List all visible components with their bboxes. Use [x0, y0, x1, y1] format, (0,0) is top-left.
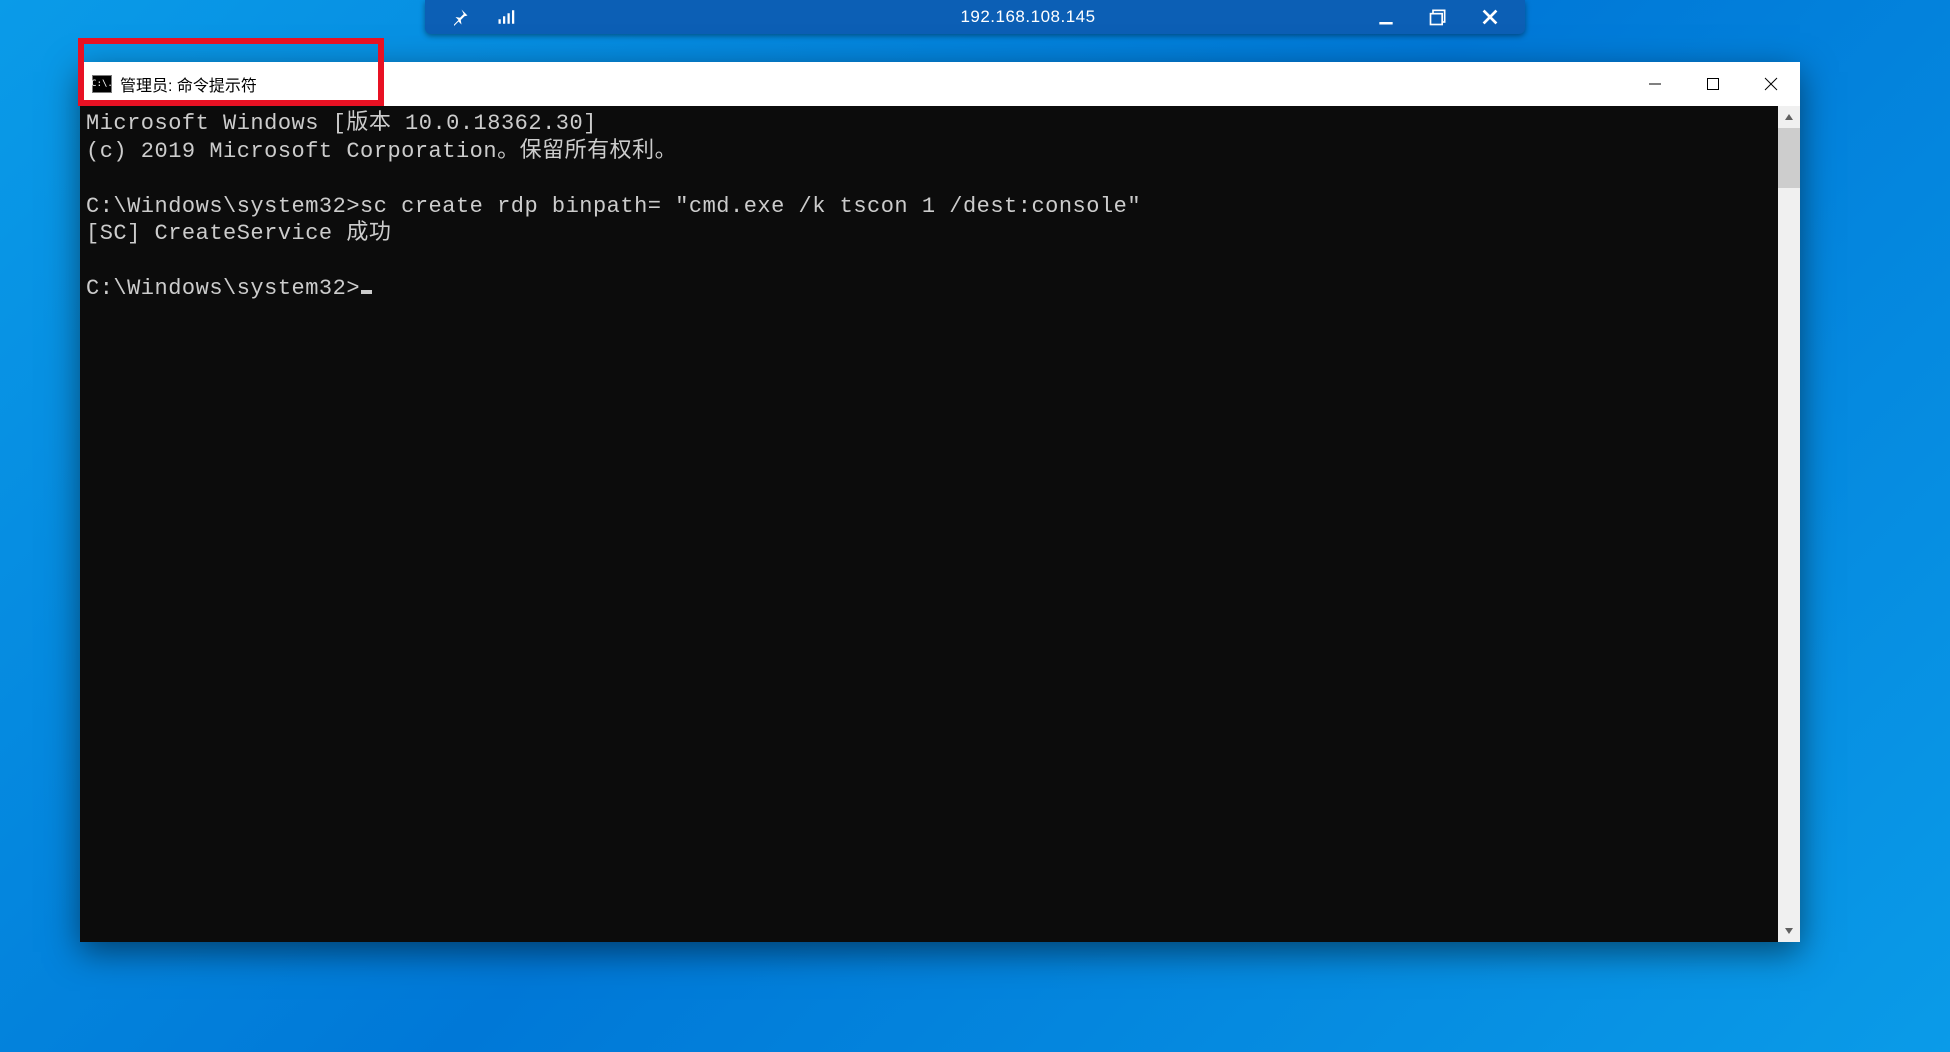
scrollbar[interactable]: [1778, 106, 1800, 942]
viewer-restore-button[interactable]: [1423, 2, 1453, 32]
minimize-button[interactable]: [1626, 62, 1684, 106]
pin-icon[interactable]: [445, 2, 475, 32]
viewer-close-button[interactable]: [1475, 2, 1505, 32]
viewer-minimize-button[interactable]: [1371, 2, 1401, 32]
cursor-icon: [361, 290, 372, 294]
signal-icon: [491, 2, 521, 32]
terminal-line: (c) 2019 Microsoft Corporation。保留所有权利。: [86, 139, 677, 164]
scroll-down-button[interactable]: [1778, 920, 1800, 942]
remote-address: 192.168.108.145: [685, 7, 1371, 27]
scroll-up-button[interactable]: [1778, 106, 1800, 128]
cmd-titlebar[interactable]: C:\. 管理员: 命令提示符: [80, 62, 1800, 106]
terminal-line: C:\Windows\system32>sc create rdp binpat…: [86, 194, 1141, 219]
scroll-track[interactable]: [1778, 128, 1800, 920]
terminal-output[interactable]: Microsoft Windows [版本 10.0.18362.30] (c)…: [80, 106, 1800, 942]
cmd-app-icon: C:\.: [92, 75, 112, 93]
terminal-line: Microsoft Windows [版本 10.0.18362.30]: [86, 111, 597, 136]
scroll-thumb[interactable]: [1778, 128, 1800, 188]
maximize-button[interactable]: [1684, 62, 1742, 106]
remote-viewer-bar: 192.168.108.145: [425, 0, 1525, 34]
cmd-window: C:\. 管理员: 命令提示符 Microsoft Windows [版本 10…: [80, 62, 1800, 942]
close-button[interactable]: [1742, 62, 1800, 106]
terminal-prompt: C:\Windows\system32>: [86, 276, 360, 301]
terminal-line: [SC] CreateService 成功: [86, 221, 391, 246]
cmd-window-title: 管理员: 命令提示符: [120, 72, 257, 96]
